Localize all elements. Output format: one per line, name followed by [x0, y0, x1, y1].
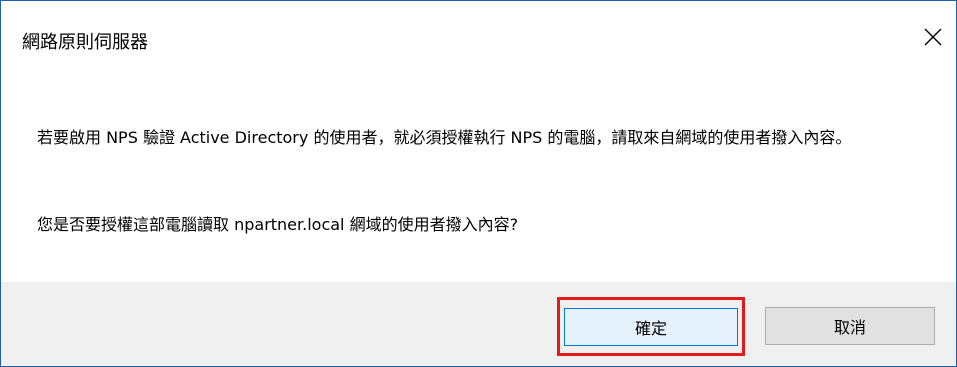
cancel-button[interactable]: 取消	[765, 307, 935, 345]
close-icon	[924, 28, 942, 46]
message-text-question: 您是否要授權這部電腦讀取 npartner.local 網域的使用者撥入內容?	[37, 215, 519, 234]
ok-button[interactable]: 確定	[564, 308, 738, 346]
dialog-title: 網路原則伺服器	[22, 32, 148, 53]
button-bar: 確定 取消	[1, 282, 956, 366]
close-button[interactable]	[910, 17, 956, 57]
message-area: 若要啟用 NPS 驗證 Active Directory 的使用者，就必須授權執…	[1, 71, 956, 278]
title-bar: 網路原則伺服器	[1, 1, 956, 71]
message-text-authorize-info: 若要啟用 NPS 驗證 Active Directory 的使用者，就必須授權執…	[37, 128, 852, 147]
nps-dialog: 網路原則伺服器 若要啟用 NPS 驗證 Active Directory 的使用…	[0, 0, 957, 367]
